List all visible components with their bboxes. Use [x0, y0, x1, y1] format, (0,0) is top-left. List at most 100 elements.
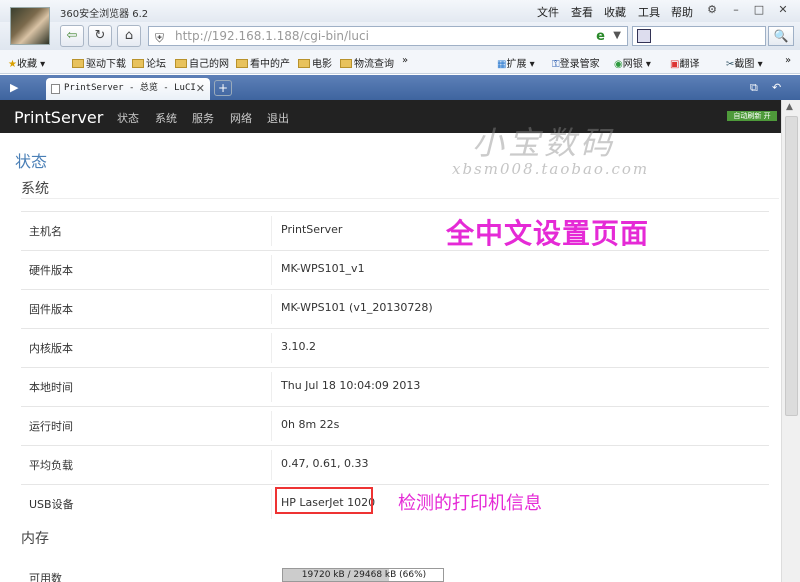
divider	[271, 216, 272, 246]
section-title-memory: 内存	[21, 531, 49, 547]
online-bank-button[interactable]: ◉网银 ▾	[614, 55, 651, 70]
table-row: 平均负载 0.47, 0.61, 0.33	[21, 445, 769, 484]
bookmarks-bar: ★收藏 ▾ 驱动下载 论坛 自己的网 看中的产 电影 物流查询 » ▦扩展 ▾ …	[0, 50, 800, 74]
row-value: PrintServer	[281, 223, 343, 236]
scroll-up-icon[interactable]: ▲	[786, 102, 793, 112]
back-arrow-icon: ⇦	[66, 28, 78, 43]
table-row: 硬件版本 MK-WPS101_v1	[21, 250, 769, 289]
bookmark-driver-download[interactable]: 驱动下载	[72, 55, 126, 70]
row-value: 3.10.2	[281, 340, 316, 353]
nav-system[interactable]: 系统	[155, 110, 177, 126]
search-input[interactable]	[632, 26, 766, 46]
home-icon: ⌂	[124, 28, 134, 43]
bookmark-own-site[interactable]: 自己的网	[175, 55, 229, 70]
close-tab-icon[interactable]: ✕	[196, 78, 205, 99]
login-manager-button[interactable]: ⚿登录管家	[552, 55, 600, 70]
bookmark-movies[interactable]: 电影	[298, 55, 332, 70]
row-key: 硬件版本	[29, 264, 73, 277]
key-icon: ⚿	[552, 59, 560, 70]
minimize-icon[interactable]: –	[728, 3, 744, 17]
navigation-bar: ⇦ ↻ ⌂ ⛨ http://192.168.1.188/cgi-bin/luc…	[0, 22, 800, 50]
divider	[271, 294, 272, 324]
refresh-icon: ↻	[94, 28, 106, 43]
divider	[271, 372, 272, 402]
bookmark-logistics[interactable]: 物流查询	[340, 55, 394, 70]
undo-close-icon[interactable]: ↶	[772, 81, 781, 94]
folder-icon	[298, 59, 310, 68]
folder-icon	[132, 59, 144, 68]
divider	[271, 255, 272, 285]
table-row: 固件版本 MK-WPS101 (v1_20130728)	[21, 289, 769, 328]
luci-header: PrintServer 状态 系统 服务 网络 退出 自动刷新 开	[0, 100, 781, 133]
address-host: http://192.168.1.188	[175, 29, 300, 43]
table-row: 主机名 PrintServer	[21, 211, 769, 250]
brand-title[interactable]: PrintServer	[14, 108, 103, 127]
search-button[interactable]: 🔍	[768, 26, 794, 46]
row-value: MK-WPS101_v1	[281, 262, 365, 275]
printer-highlight-box	[275, 487, 373, 514]
nav-status[interactable]: 状态	[117, 110, 139, 126]
browser-title-bar: 360安全浏览器 6.2 文件 查看 收藏 工具 帮助 ⚙ – □ ✕	[0, 0, 800, 22]
menu-tools[interactable]: 工具	[638, 4, 660, 20]
row-value: MK-WPS101 (v1_20130728)	[281, 301, 433, 314]
memory-progress-bar: 19720 kB / 29468 kB (66%)	[282, 568, 444, 582]
new-tab-button[interactable]: +	[214, 80, 232, 96]
vertical-scrollbar[interactable]: ▲	[781, 100, 800, 582]
menu-file[interactable]: 文件	[537, 4, 559, 20]
nav-network[interactable]: 网络	[230, 110, 252, 126]
sidebar-toggle-icon[interactable]: ▶	[10, 81, 18, 94]
skin-icon[interactable]: ⚙	[704, 3, 720, 17]
search-engine-icon[interactable]	[637, 29, 651, 43]
row-key: 内核版本	[29, 342, 73, 355]
divider	[271, 489, 272, 519]
close-window-icon[interactable]: ✕	[775, 3, 791, 17]
table-row: USB设备 HP LaserJet 1020	[21, 484, 769, 523]
section-title-system: 系统	[21, 181, 49, 197]
annotation-printer-info: 检测的打印机信息	[398, 493, 542, 514]
address-path: /cgi-bin/luci	[299, 29, 369, 43]
refresh-button[interactable]: ↻	[88, 25, 112, 47]
bookmark-liked-products[interactable]: 看中的产	[236, 55, 290, 70]
row-key: 固件版本	[29, 303, 73, 316]
ie-engine-icon[interactable]: e	[596, 28, 605, 46]
watermark-logo-text: 小宝数码	[472, 124, 617, 162]
chevron-down-icon[interactable]: ▼	[613, 27, 621, 45]
divider	[271, 411, 272, 441]
translate-button[interactable]: ▣翻译	[670, 55, 699, 70]
menu-view[interactable]: 查看	[571, 4, 593, 20]
extensions-button[interactable]: ▦扩展 ▾	[497, 55, 535, 70]
row-key: 可用数	[29, 572, 62, 582]
divider	[271, 450, 272, 480]
table-row: 运行时间 0h 8m 22s	[21, 406, 769, 445]
search-icon: 🔍	[773, 29, 789, 43]
system-info-table: 主机名 PrintServer 硬件版本 MK-WPS101_v1 固件版本 M…	[21, 198, 779, 519]
folder-icon	[175, 59, 187, 68]
row-key: 本地时间	[29, 381, 73, 394]
tab-printserver[interactable]: PrintServer - 总览 - LuCI ✕	[46, 78, 210, 100]
nav-services[interactable]: 服务	[192, 110, 214, 126]
bank-icon: ◉	[614, 59, 623, 70]
bookmark-forum[interactable]: 论坛	[132, 55, 166, 70]
star-icon: ★	[8, 59, 17, 70]
maximize-icon[interactable]: □	[751, 3, 767, 17]
divider	[271, 333, 272, 363]
row-value: Thu Jul 18 10:04:09 2013	[281, 379, 421, 392]
row-key: USB设备	[29, 498, 74, 511]
menu-favorites[interactable]: 收藏	[604, 4, 626, 20]
menu-help[interactable]: 帮助	[671, 4, 693, 20]
restore-tab-icon[interactable]: ⧉	[750, 81, 758, 95]
scrollbar-thumb[interactable]	[785, 116, 798, 416]
bookmark-favorites[interactable]: ★收藏 ▾	[8, 55, 45, 70]
row-key: 主机名	[29, 225, 62, 238]
page-icon	[51, 84, 60, 94]
user-avatar[interactable]	[10, 7, 50, 45]
nav-logout[interactable]: 退出	[267, 110, 289, 126]
row-value: 0.47, 0.61, 0.33	[281, 457, 369, 470]
address-bar[interactable]: ⛨ http://192.168.1.188/cgi-bin/luci e ▼	[148, 26, 628, 46]
bookmarks-more-icon[interactable]: »	[402, 55, 408, 66]
home-button[interactable]: ⌂	[117, 25, 141, 47]
extensions-more-icon[interactable]: »	[785, 55, 791, 66]
screenshot-button[interactable]: ✂截图 ▾	[726, 55, 763, 70]
auto-refresh-toggle[interactable]: 自动刷新 开	[727, 111, 777, 121]
back-button[interactable]: ⇦	[60, 25, 84, 47]
